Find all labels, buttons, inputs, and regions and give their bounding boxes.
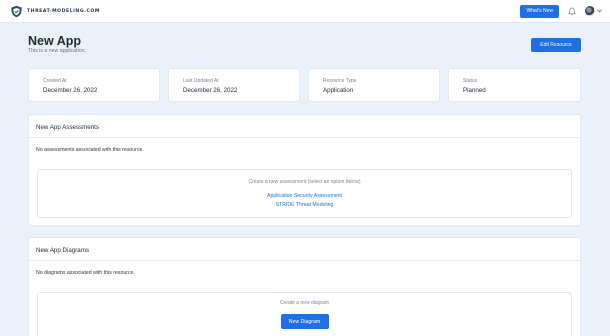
chevron-down-icon — [597, 9, 602, 13]
avatar — [585, 6, 595, 16]
user-menu[interactable] — [585, 6, 602, 16]
stat-label: Last Updated At — [183, 78, 219, 84]
section-title: New App Diagrams — [36, 247, 89, 254]
stat-label: Created At — [43, 78, 67, 84]
create-assessment-panel: Create a new assessment (select an optio… — [37, 169, 572, 218]
logo[interactable]: THREAT-MODELING.COM — [10, 5, 100, 18]
stat-value: Application — [323, 87, 354, 94]
empty-state-text: No assessments associated with this reso… — [36, 147, 144, 153]
stat-card-status: Status Planned — [448, 68, 581, 102]
assessments-section: New App Assessments No assessments assoc… — [28, 114, 581, 226]
empty-state-text: No diagrams associated with this resourc… — [36, 270, 135, 276]
page-subtitle: This is a new application. — [28, 48, 86, 54]
create-assessment-prompt: Create a new assessment (select an optio… — [248, 179, 361, 185]
divider — [29, 137, 580, 138]
create-diagram-panel: Create a new diagram New Diagram — [37, 292, 572, 336]
stat-card-created-at: Created At December 26, 2022 — [28, 68, 160, 102]
shield-logo-icon — [11, 5, 22, 17]
application-security-assessment-link[interactable]: Application Security Assessment — [38, 193, 571, 199]
create-diagram-prompt: Create a new diagram — [279, 300, 330, 306]
bell-icon[interactable] — [568, 7, 576, 16]
stat-label: Status — [463, 78, 478, 84]
edit-resource-button[interactable]: Edit Resource — [531, 38, 581, 52]
diagrams-section: New App Diagrams No diagrams associated … — [28, 237, 581, 336]
stat-value: Planned — [463, 87, 486, 94]
divider — [29, 260, 580, 261]
top-navigation-bar: THREAT-MODELING.COM What's New — [0, 0, 610, 23]
logo-text: THREAT-MODELING.COM — [27, 8, 100, 14]
stride-threat-modeling-link[interactable]: STRIDE Threat Modeling — [38, 202, 571, 208]
stat-label: Resource Type — [323, 78, 357, 84]
page-title: New App — [28, 34, 82, 48]
stat-card-last-updated: Last Updated At December 26, 2022 — [168, 68, 300, 102]
new-diagram-button[interactable]: New Diagram — [280, 314, 329, 329]
stat-value: December 26, 2022 — [43, 87, 98, 94]
stat-card-resource-type: Resource Type Application — [308, 68, 440, 102]
section-title: New App Assessments — [36, 124, 99, 131]
whats-new-button[interactable]: What's New — [520, 4, 559, 18]
stat-value: December 26, 2022 — [183, 87, 238, 94]
